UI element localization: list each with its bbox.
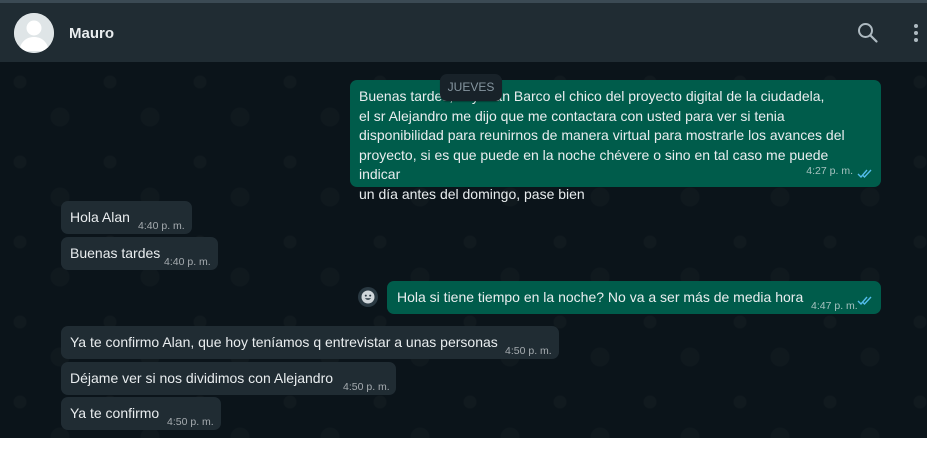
message-bubble-incoming[interactable]: Ya te confirmo 4:50 p. m. [61,397,221,430]
message-line: Buenas tardes, soy Alan Barco el chico d… [359,88,825,104]
message-line: el sr Alejandro me dijo que me contactar… [359,107,785,124]
message-bubble-outgoing[interactable]: Hola si tiene tiempo en la noche? No va … [387,281,881,314]
search-icon [858,23,878,43]
message-bubble-incoming[interactable]: Hola Alan 4:40 p. m. [61,201,192,234]
vertical-dots-icon [914,24,918,42]
message-line: disponibilidad para reunirnos de manera … [359,127,845,143]
message-text: Buenas tardes [70,245,161,261]
message-time: 4:47 p. m. [811,300,858,312]
reaction-button[interactable] [358,287,378,307]
message-text: Hola si tiene tiempo en la noche? No va … [397,289,804,305]
message-line: un día antes del domingo, pase bien [359,185,585,202]
message-time: 4:50 p. m. [167,416,214,428]
message-line: proyecto, si es que puede en la noche ch… [359,146,829,183]
message-bubble-outgoing[interactable]: Buenas tardes, soy Alan Barco el chico d… [350,80,881,202]
message-bubble-incoming[interactable]: Déjame ver si nos dividimos con Alejandr… [61,362,396,395]
message-time: 4:40 p. m. [164,256,211,268]
message-text: Hola Alan [70,209,130,225]
message-time: 4:50 p. m. [505,345,552,357]
contact-name[interactable]: Mauro [69,25,114,42]
default-user-avatar-icon [14,13,54,53]
message-bubble-incoming[interactable]: Buenas tardes 4:40 p. m. [61,237,218,270]
search-button[interactable] [857,22,879,49]
double-check-read-icon [857,296,872,306]
message-text: Déjame ver si nos dividimos con Alejandr… [70,370,334,386]
message-time: 4:40 p. m. [138,220,185,232]
message-bubble-incoming[interactable]: Ya te confirmo Alan, que hoy teníamos q … [61,326,559,359]
chat-window: Mauro Buenas tardes, soy Alan Barco el c… [0,0,927,438]
smiley-icon [361,290,375,304]
message-text: Ya te confirmo Alan, que hoy teníamos q … [70,334,498,350]
message-time: 4:27 p. m. [806,164,853,177]
menu-button[interactable] [912,22,920,49]
contact-avatar[interactable] [14,13,54,53]
message-time: 4:50 p. m. [343,381,390,393]
day-separator: JUEVES [440,74,502,101]
double-check-read-icon [857,169,872,179]
chat-header: Mauro [0,3,927,62]
message-text: Ya te confirmo [70,405,160,421]
